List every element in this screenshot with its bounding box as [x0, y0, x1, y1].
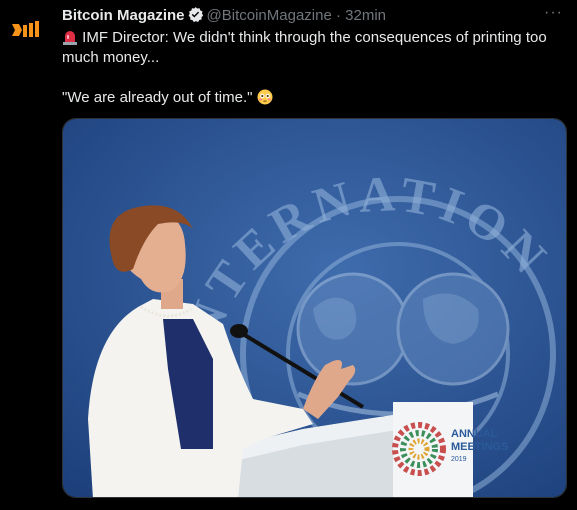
tweet-header: Bitcoin Magazine @BitcoinMagazine · 32min	[62, 6, 386, 25]
tweet-text-line1: IMF Director: We didn't think through th…	[82, 29, 547, 46]
tweet-photo[interactable]: INTERNATIONAL ANNUAL MEETINGS 2019	[62, 118, 567, 498]
separator-dot: ·	[335, 7, 341, 24]
flushed-face-emoji-icon	[257, 89, 273, 105]
tweet-text-line2: much money...	[62, 49, 160, 66]
police-light-emoji-icon	[63, 31, 77, 45]
tweet-text: IMF Director: We didn't think through th…	[62, 28, 562, 108]
tweet-text-quote: "We are already out of time."	[62, 89, 253, 106]
microphone	[230, 324, 248, 338]
banner-line1: ANNUAL	[451, 428, 498, 440]
more-options-icon[interactable]: ···	[544, 4, 563, 22]
tweet[interactable]: Bitcoin Magazine @BitcoinMagazine · 32min…	[0, 0, 577, 510]
bitcoin-magazine-logo-avatar[interactable]	[10, 14, 42, 46]
author-name[interactable]: Bitcoin Magazine	[62, 7, 185, 24]
verified-badge-icon	[188, 7, 203, 23]
imf-speech-photo: INTERNATIONAL ANNUAL MEETINGS 2019	[63, 119, 566, 497]
tweet-timestamp[interactable]: 32min	[345, 7, 386, 24]
banner-year: 2019	[451, 456, 467, 463]
author-handle[interactable]: @BitcoinMagazine	[207, 7, 332, 24]
banner-line2: MEETINGS	[451, 441, 508, 453]
